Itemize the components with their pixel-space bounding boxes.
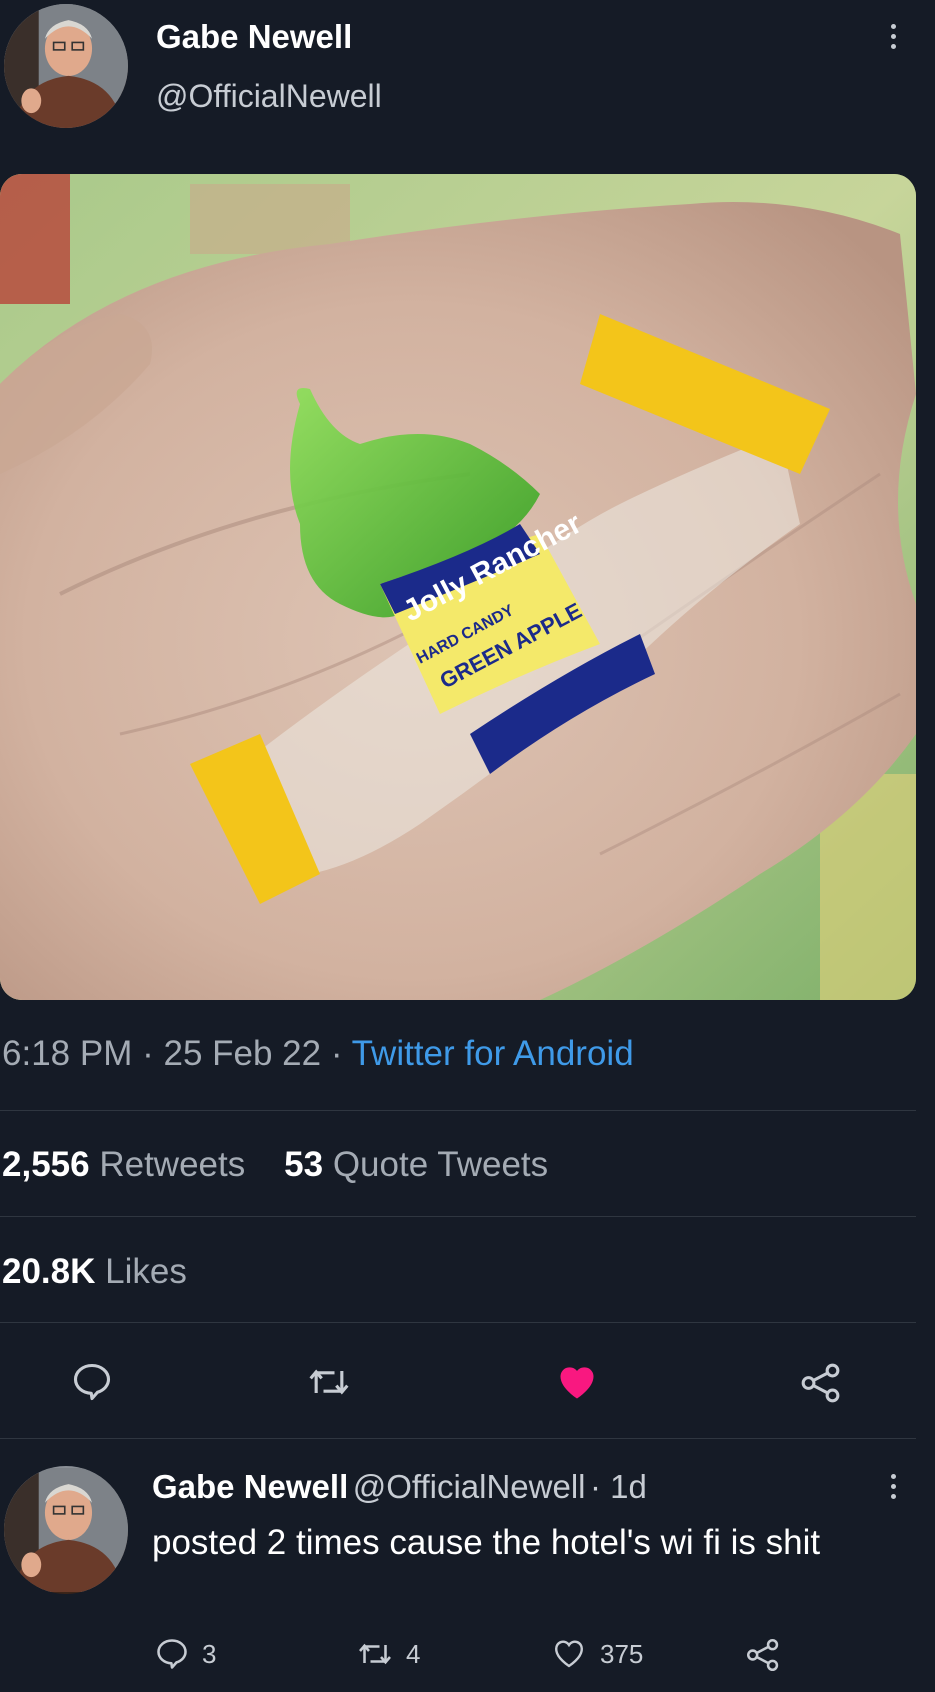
like-button[interactable] <box>554 1360 600 1404</box>
divider <box>0 1438 916 1439</box>
reply-header: Gabe Newell @OfficialNewell · 1d <box>152 1468 647 1506</box>
tweet-meta: 6:18 PM · 25 Feb 22 · Twitter for Androi… <box>2 1034 634 1074</box>
more-icon[interactable] <box>888 1474 898 1504</box>
share-icon <box>747 1639 779 1671</box>
tweet-source-link[interactable]: Twitter for Android <box>352 1034 634 1073</box>
reply-button[interactable] <box>70 1360 114 1404</box>
tweet-date: 25 Feb 22 <box>163 1034 322 1073</box>
quote-count: 53 <box>284 1145 324 1184</box>
retweets-label: Retweets <box>99 1145 246 1184</box>
share-icon <box>801 1363 840 1403</box>
reply-reply-button[interactable]: 3 <box>154 1636 216 1672</box>
retweets-count: 2,556 <box>2 1145 90 1184</box>
divider <box>0 1216 916 1217</box>
author-name[interactable]: Gabe Newell <box>156 18 352 56</box>
reply-like-count: 375 <box>600 1638 644 1669</box>
reply-retweet-button[interactable]: 4 <box>356 1636 420 1672</box>
reply-age: · 1d <box>589 1468 647 1505</box>
share-button[interactable] <box>798 1360 844 1406</box>
reply-retweet-count: 4 <box>406 1638 421 1669</box>
meta-separator: · <box>330 1034 343 1073</box>
retweet-icon <box>309 1369 349 1395</box>
meta-separator: · <box>142 1034 154 1073</box>
likes-stats[interactable]: 20.8K Likes <box>2 1252 187 1292</box>
retweet-button[interactable] <box>306 1360 352 1404</box>
reply-reply-count: 3 <box>202 1638 217 1669</box>
reply-author-handle[interactable]: @OfficialNewell <box>353 1468 586 1505</box>
reply-author-name[interactable]: Gabe Newell <box>152 1468 348 1505</box>
reply-like-button[interactable]: 375 <box>550 1636 643 1672</box>
heart-icon <box>555 1640 583 1668</box>
author-avatar[interactable] <box>4 4 128 128</box>
tweet-photo[interactable]: Jolly Rancher HARD CANDY GREEN APPLE <box>0 174 916 1000</box>
tweet-time: 6:18 PM <box>2 1034 133 1073</box>
reply-icon <box>73 1363 111 1401</box>
reply-icon <box>157 1639 187 1669</box>
heart-icon <box>560 1367 594 1399</box>
reply-text: posted 2 times cause the hotel's wi fi i… <box>152 1523 821 1562</box>
retweet-icon <box>359 1643 391 1665</box>
likes-label: Likes <box>105 1252 187 1291</box>
reply-author-avatar[interactable] <box>4 1466 128 1594</box>
author-handle[interactable]: @OfficialNewell <box>156 78 382 115</box>
reply-share-button[interactable] <box>744 1636 782 1679</box>
likes-count: 20.8K <box>2 1252 96 1291</box>
divider <box>0 1110 916 1111</box>
retweet-stats[interactable]: 2,556 Retweets 53 Quote Tweets <box>2 1145 548 1185</box>
quote-label: Quote Tweets <box>332 1145 549 1184</box>
divider <box>0 1322 916 1323</box>
more-icon[interactable] <box>888 24 898 54</box>
